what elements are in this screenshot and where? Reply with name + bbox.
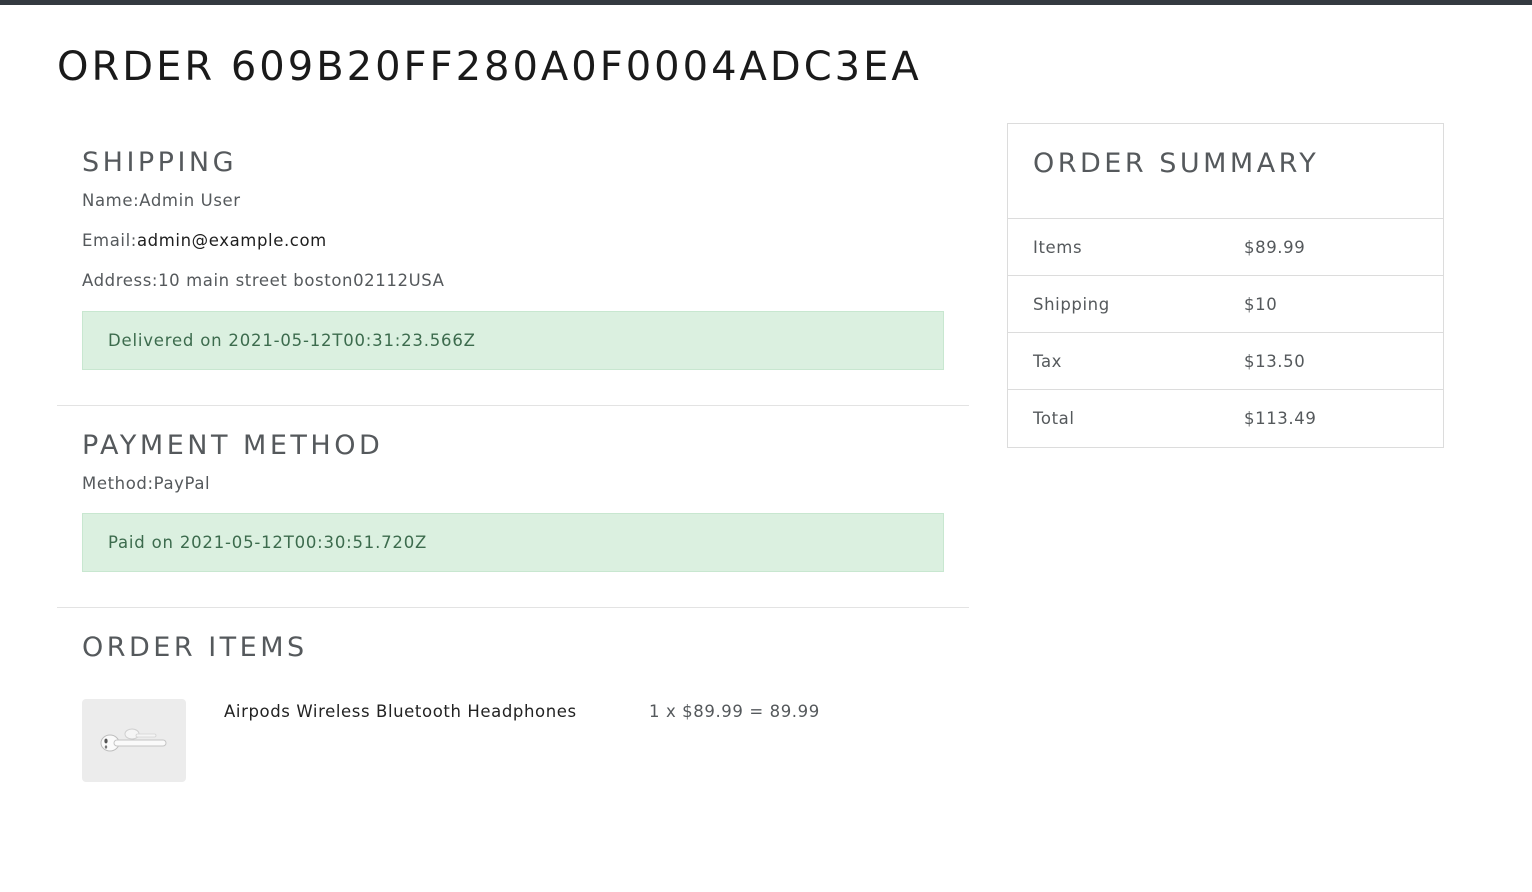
order-details-column: SHIPPING Name:Admin User Email:admin@exa… (57, 123, 969, 782)
summary-label: Tax (1033, 351, 1063, 371)
summary-value: $13.50 (1244, 351, 1306, 371)
delivered-status-alert: Delivered on 2021-05-12T00:31:23.566Z (82, 311, 944, 370)
airpods-image (82, 699, 186, 782)
summary-row-shipping: Shipping $10 (1008, 276, 1443, 333)
list-item: Airpods Wireless Bluetooth Headphones 1 … (57, 699, 969, 782)
shipping-heading: SHIPPING (82, 147, 238, 178)
payment-section: PAYMENT METHOD Method:PayPal Paid on 202… (57, 406, 969, 572)
page-title: ORDER 609B20FF280A0F0004ADC3EA (57, 44, 922, 90)
order-summary-card: ORDER SUMMARY Items $89.99 Shipping $10 … (1007, 123, 1444, 448)
summary-value: $113.49 (1244, 409, 1317, 428)
order-items-heading: ORDER ITEMS (82, 632, 308, 663)
shipping-name-value: Admin User (139, 191, 241, 210)
summary-label: Items (1033, 237, 1083, 257)
shipping-name: Name:Admin User (82, 191, 944, 210)
airpods-icon (100, 728, 167, 751)
shipping-address-value: 10 main street boston02112USA (158, 271, 445, 290)
order-summary-header: ORDER SUMMARY (1008, 124, 1443, 219)
order-item-price: 1 x $89.99 = 89.99 (649, 702, 820, 721)
top-navbar-strip (0, 0, 1532, 5)
payment-method: Method:PayPal (82, 474, 944, 493)
summary-label: Shipping (1033, 294, 1110, 314)
summary-row-items: Items $89.99 (1008, 219, 1443, 276)
order-item-name-link[interactable]: Airpods Wireless Bluetooth Headphones (224, 702, 649, 721)
shipping-section: SHIPPING Name:Admin User Email:admin@exa… (57, 123, 969, 370)
shipping-email-label: Email: (82, 231, 137, 250)
order-items-section: ORDER ITEMS (57, 608, 969, 663)
shipping-address: Address:10 main street boston02112USA (82, 271, 944, 290)
paid-status-alert: Paid on 2021-05-12T00:30:51.720Z (82, 513, 944, 572)
summary-label: Total (1033, 409, 1075, 428)
payment-heading: PAYMENT METHOD (82, 430, 384, 461)
summary-value: $89.99 (1244, 237, 1306, 257)
order-summary-heading: ORDER SUMMARY (1033, 148, 1320, 179)
shipping-address-label: Address: (82, 271, 159, 290)
shipping-email: Email:admin@example.com (82, 231, 944, 250)
payment-method-label: Method: (82, 474, 154, 493)
summary-row-total: Total $113.49 (1008, 390, 1443, 447)
payment-method-value: PayPal (153, 474, 211, 493)
summary-row-tax: Tax $13.50 (1008, 333, 1443, 390)
shipping-name-label: Name: (82, 191, 140, 210)
summary-value: $10 (1244, 294, 1278, 314)
shipping-email-link[interactable]: admin@example.com (137, 231, 327, 250)
